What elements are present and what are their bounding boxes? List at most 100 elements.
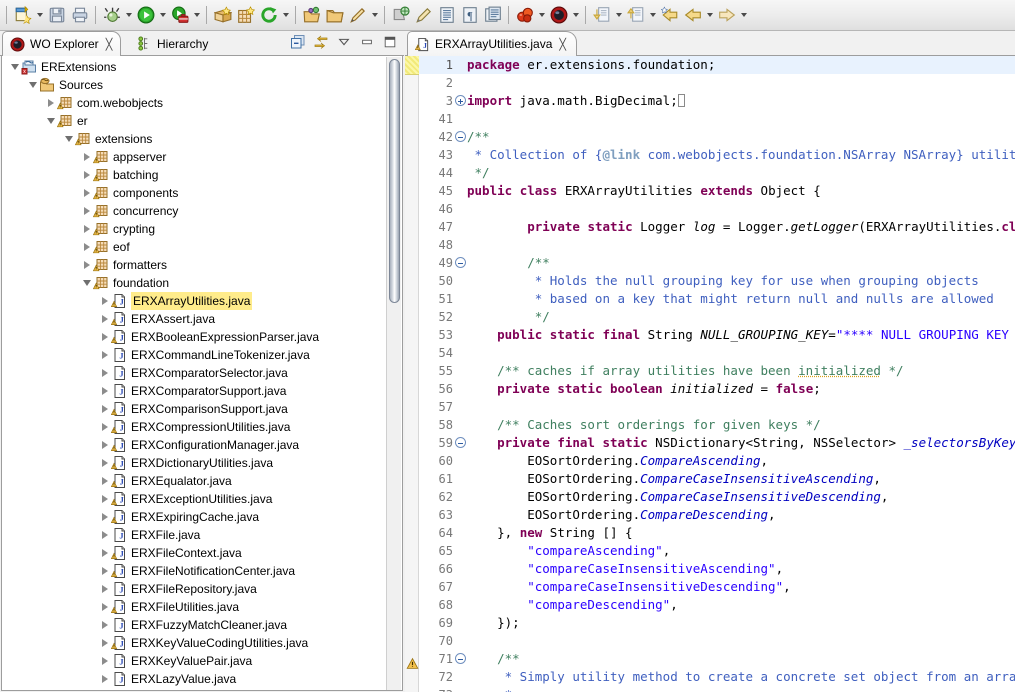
tree-item[interactable]: extensions	[2, 130, 387, 148]
twisty-collapsed-icon[interactable]	[98, 634, 111, 652]
last-edit-location-button[interactable]	[658, 4, 681, 27]
close-icon[interactable]: ╳	[106, 38, 113, 51]
save-button[interactable]	[45, 4, 68, 27]
twisty-collapsed-icon[interactable]	[98, 544, 111, 562]
twisty-collapsed-icon[interactable]	[80, 220, 93, 238]
twisty-collapsed-icon[interactable]	[80, 256, 93, 274]
wo-explorer-perspective-dropdown[interactable]	[570, 4, 581, 27]
code-line[interactable]: 59 private final static NSDictionary<Str…	[419, 434, 1015, 452]
tab-wo-explorer[interactable]: WO Explorer ╳	[2, 31, 122, 56]
code-line[interactable]: 63 EOSortOrdering.CompareDescending,	[419, 506, 1015, 524]
twisty-collapsed-icon[interactable]	[98, 616, 111, 634]
previous-annotation-dropdown[interactable]	[647, 4, 658, 27]
twisty-expanded-icon[interactable]	[44, 112, 57, 130]
twisty-collapsed-icon[interactable]	[98, 346, 111, 364]
twisty-expanded-icon[interactable]	[80, 274, 93, 292]
twisty-collapsed-icon[interactable]	[98, 652, 111, 670]
code-line[interactable]: 52 */	[419, 308, 1015, 326]
next-annotation-dropdown[interactable]	[613, 4, 624, 27]
code-line[interactable]: 51 * based on a key that might return nu…	[419, 290, 1015, 308]
forward-dropdown[interactable]	[738, 4, 749, 27]
code-line[interactable]: 67 "compareCaseInsensitiveDescending",	[419, 578, 1015, 596]
code-line[interactable]: 69 });	[419, 614, 1015, 632]
open-resource-button[interactable]	[323, 4, 346, 27]
code-line[interactable]: 65 "compareAscending",	[419, 542, 1015, 560]
twisty-collapsed-icon[interactable]	[98, 526, 111, 544]
print-button[interactable]	[68, 4, 91, 27]
twisty-collapsed-icon[interactable]	[80, 184, 93, 202]
tree-item[interactable]: concurrency	[2, 202, 387, 220]
tab-hierarchy[interactable]: Hierarchy	[130, 31, 216, 56]
back-button[interactable]	[681, 4, 704, 27]
code-line[interactable]: 57	[419, 398, 1015, 416]
new-wizard-button[interactable]	[11, 4, 34, 27]
tree-item[interactable]: J ERXLazyValue.java	[2, 670, 387, 688]
fold-expand-icon[interactable]	[455, 95, 466, 106]
forward-button[interactable]	[715, 4, 738, 27]
tree-item[interactable]: appserver	[2, 148, 387, 166]
debug-button[interactable]	[100, 4, 123, 27]
tree-item[interactable]: J ERXExceptionUtilities.java	[2, 490, 387, 508]
back-dropdown[interactable]	[704, 4, 715, 27]
tree-item[interactable]: components	[2, 184, 387, 202]
code-line[interactable]: 71 /**	[419, 650, 1015, 668]
highlight-button[interactable]	[412, 4, 435, 27]
search-button[interactable]	[389, 4, 412, 27]
tree-item[interactable]: J ERXFileContext.java	[2, 544, 387, 562]
new-eomodel-button[interactable]	[234, 4, 257, 27]
code-line[interactable]: 45 public class ERXArrayUtilities extends…	[419, 182, 1015, 200]
code-line[interactable]: 44 */	[419, 164, 1015, 182]
tree-item[interactable]: J ERXFileNotificationCenter.java	[2, 562, 387, 580]
paragraph-marks-button[interactable]: ¶	[458, 4, 481, 27]
tree-item[interactable]: J ERXExpiringCache.java	[2, 508, 387, 526]
twisty-expanded-icon[interactable]	[8, 58, 21, 76]
tree-scrollbar-thumb[interactable]	[389, 59, 400, 303]
run-external-tools-button[interactable]	[168, 4, 191, 27]
open-type-button[interactable]	[300, 4, 323, 27]
twisty-collapsed-icon[interactable]	[44, 94, 57, 112]
twisty-collapsed-icon[interactable]	[98, 580, 111, 598]
link-with-editor-button[interactable]	[312, 33, 329, 50]
code-line[interactable]: 53 public static final String NULL_GROUP…	[419, 326, 1015, 344]
twisty-collapsed-icon[interactable]	[98, 598, 111, 616]
run-external-tools-dropdown[interactable]	[191, 4, 202, 27]
tree-item[interactable]: J ERXBooleanExpressionParser.java	[2, 328, 387, 346]
tree-item[interactable]: J ERXComparatorSupport.java	[2, 382, 387, 400]
tree-item[interactable]: J ERXKeyValuePair.java	[2, 652, 387, 670]
code-line[interactable]: 68 "compareDescending",	[419, 596, 1015, 614]
previous-annotation-button[interactable]	[624, 4, 647, 27]
twisty-collapsed-icon[interactable]	[98, 490, 111, 508]
twisty-collapsed-icon[interactable]	[98, 562, 111, 580]
tree-item[interactable]: foundation	[2, 274, 387, 292]
minimize-button[interactable]	[358, 33, 375, 50]
tree-item[interactable]: er	[2, 112, 387, 130]
code-line[interactable]: 41	[419, 110, 1015, 128]
code-line[interactable]: 47 private static Logger log = Logger.ge…	[419, 218, 1015, 236]
fold-collapse-icon[interactable]	[455, 437, 466, 448]
refresh-dropdown[interactable]	[280, 4, 291, 27]
wo-apps-dropdown[interactable]	[536, 4, 547, 27]
fold-collapse-icon[interactable]	[455, 257, 466, 268]
code-line[interactable]: 73 *	[419, 686, 1015, 692]
tree-item[interactable]: J ERXConfigurationManager.java	[2, 436, 387, 454]
tree-item[interactable]: J ERXKeyValueCodingUtilities.java	[2, 634, 387, 652]
code-line[interactable]: 1 package er.extensions.foundation;	[419, 56, 1015, 74]
twisty-collapsed-icon[interactable]	[80, 148, 93, 166]
twisty-collapsed-icon[interactable]	[98, 670, 111, 688]
tree-item[interactable]: x ERExtensions	[2, 58, 387, 76]
code-line[interactable]: 60 EOSortOrdering.CompareAscending,	[419, 452, 1015, 470]
wo-explorer-perspective-button[interactable]	[547, 4, 570, 27]
code-line[interactable]: 42 /**	[419, 128, 1015, 146]
tree-item[interactable]: J ERXAssert.java	[2, 310, 387, 328]
tree-item[interactable]: J ERXComparisonSupport.java	[2, 400, 387, 418]
code-line[interactable]: 70	[419, 632, 1015, 650]
code-line[interactable]: 55 /** caches if array utilities have be…	[419, 362, 1015, 380]
tree-item[interactable]: J ERXFuzzyMatchCleaner.java	[2, 616, 387, 634]
tree-item[interactable]: J ERXFileUtilities.java	[2, 598, 387, 616]
tree-item[interactable]: com.webobjects	[2, 94, 387, 112]
twisty-collapsed-icon[interactable]	[80, 238, 93, 256]
run-button[interactable]	[134, 4, 157, 27]
twisty-collapsed-icon[interactable]	[98, 436, 111, 454]
twisty-collapsed-icon[interactable]	[80, 202, 93, 220]
twisty-collapsed-icon[interactable]	[98, 310, 111, 328]
